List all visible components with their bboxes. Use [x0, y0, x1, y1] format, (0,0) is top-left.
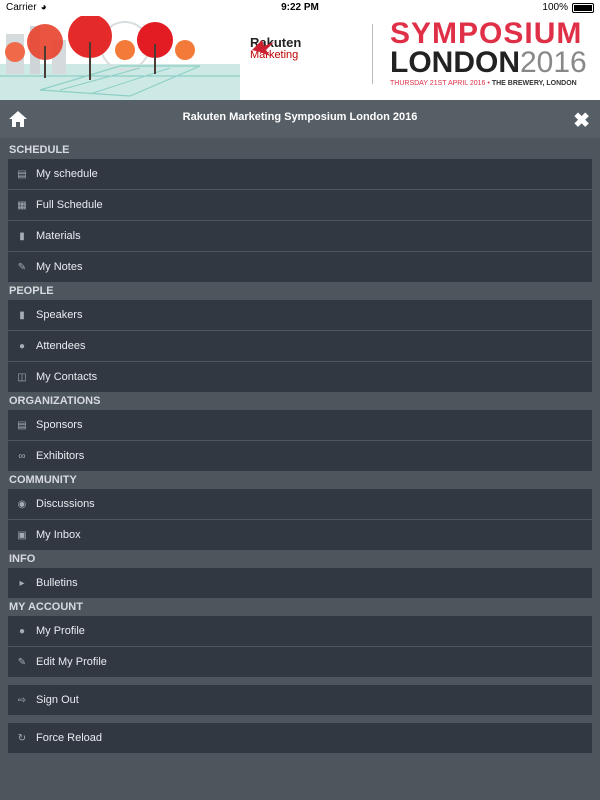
page-title: Rakuten Marketing Symposium London 2016: [182, 111, 418, 123]
menu-item-label: My Notes: [36, 261, 83, 273]
menu-item-attendees[interactable]: ● Attendees: [8, 331, 592, 361]
action-label: Force Reload: [36, 732, 103, 744]
menu-item-label: My Profile: [36, 625, 85, 637]
bird-logo-icon: [252, 40, 274, 56]
inbox-icon: ▣: [17, 529, 27, 541]
section-header-community: COMMUNITY: [9, 474, 77, 486]
menu-item-label: Materials: [36, 230, 81, 242]
london-skyline-illustration: [0, 16, 240, 100]
section-header-info: INFO: [9, 553, 36, 565]
menu-item-label: My Inbox: [36, 529, 81, 541]
battery-indicator: 100%: [542, 2, 594, 13]
menu-item-discussions[interactable]: ◉ Discussions: [8, 489, 592, 519]
link-icon: ∞: [18, 450, 26, 462]
bookmark-icon: ▮: [19, 309, 25, 321]
pencil-icon: ✎: [17, 656, 27, 668]
user-icon: ●: [18, 340, 26, 352]
menu-spacer: [0, 678, 600, 685]
refresh-icon: ↻: [17, 732, 27, 744]
app-header: Rakuten Marketing Symposium London 2016 …: [0, 100, 600, 138]
menu-item-my-contacts[interactable]: ◫ My Contacts: [8, 362, 592, 392]
menu-item-my-schedule[interactable]: ▤ My schedule: [8, 159, 592, 189]
menu-spacer: [0, 716, 600, 723]
section-header-people: PEOPLE: [9, 285, 54, 297]
chat-icon: ◉: [17, 498, 27, 510]
event-year: 2016: [520, 46, 587, 79]
menu-item-label: Exhibitors: [36, 450, 85, 462]
menu-item-label: Full Schedule: [36, 199, 103, 211]
status-bar: Carrier ◕ 9:22 PM 100%: [0, 0, 600, 16]
menu-item-label: Sponsors: [36, 419, 83, 431]
event-date: THURSDAY 21ST APRIL 2016: [390, 80, 486, 87]
menu-item-materials[interactable]: ▮ Materials: [8, 221, 592, 251]
menu-item-label: My schedule: [36, 168, 98, 180]
menu-item-my-notes[interactable]: ✎ My Notes: [8, 252, 592, 282]
menu-item-label: Discussions: [36, 498, 95, 510]
rakuten-marketing-logo: Rakuten Marketing: [250, 36, 301, 62]
close-icon[interactable]: ✖: [573, 108, 590, 133]
pencil-icon: ✎: [17, 261, 27, 273]
menu-item-label: Edit My Profile: [36, 656, 107, 668]
event-venue: THE BREWERY, LONDON: [491, 80, 577, 87]
menu-item-full-schedule[interactable]: ▦ Full Schedule: [8, 190, 592, 220]
menu-item-label: Speakers: [36, 309, 83, 321]
calendar-grid-icon: ▦: [17, 199, 27, 211]
battery-icon: [572, 2, 594, 13]
event-title-line1: SYMPOSIUM: [390, 17, 583, 50]
menu-item-bulletins[interactable]: ▸ Bulletins: [8, 568, 592, 598]
sign-out-button[interactable]: ⇨ Sign Out: [8, 685, 592, 715]
menu-item-label: Attendees: [36, 340, 86, 352]
megaphone-icon: ▸: [19, 577, 25, 589]
calendar-icon: ▤: [17, 168, 27, 180]
menu-item-label: Bulletins: [36, 577, 78, 589]
document-icon: ▮: [19, 230, 25, 242]
event-banner: Rakuten Marketing SYMPOSIUM LONDON2016 T…: [0, 16, 600, 100]
menu-item-sponsors[interactable]: ▤ Sponsors: [8, 410, 592, 440]
event-title-line2: LONDON2016: [390, 48, 587, 78]
menu-item-edit-my-profile[interactable]: ✎ Edit My Profile: [8, 647, 592, 677]
building-icon: ▤: [17, 419, 27, 431]
event-title-block: SYMPOSIUM LONDON2016 THURSDAY 21ST APRIL…: [390, 17, 587, 88]
section-header-organizations: ORGANIZATIONS: [9, 395, 101, 407]
event-city: LONDON: [390, 46, 520, 79]
user-icon: ●: [18, 625, 26, 637]
menu-item-exhibitors[interactable]: ∞ Exhibitors: [8, 441, 592, 471]
menu-item-label: My Contacts: [36, 371, 98, 383]
battery-label: 100%: [542, 2, 568, 13]
book-icon: ◫: [17, 371, 27, 383]
force-reload-button[interactable]: ↻ Force Reload: [8, 723, 592, 753]
section-header-schedule: SCHEDULE: [9, 144, 70, 156]
section-header-my-account: MY ACCOUNT: [9, 601, 83, 613]
status-time: 9:22 PM: [281, 2, 319, 13]
menu-item-my-inbox[interactable]: ▣ My Inbox: [8, 520, 592, 550]
event-details: THURSDAY 21ST APRIL 2016 • THE BREWERY, …: [390, 80, 577, 87]
menu-item-my-profile[interactable]: ● My Profile: [8, 616, 592, 646]
menu-item-speakers[interactable]: ▮ Speakers: [8, 300, 592, 330]
banner-divider: [372, 24, 373, 84]
navigation-menu: SCHEDULE ▤ My schedule ▦ Full Schedule ▮ Mater…: [0, 142, 600, 754]
action-label: Sign Out: [36, 694, 79, 706]
sign-out-icon: ⇨: [17, 694, 27, 706]
